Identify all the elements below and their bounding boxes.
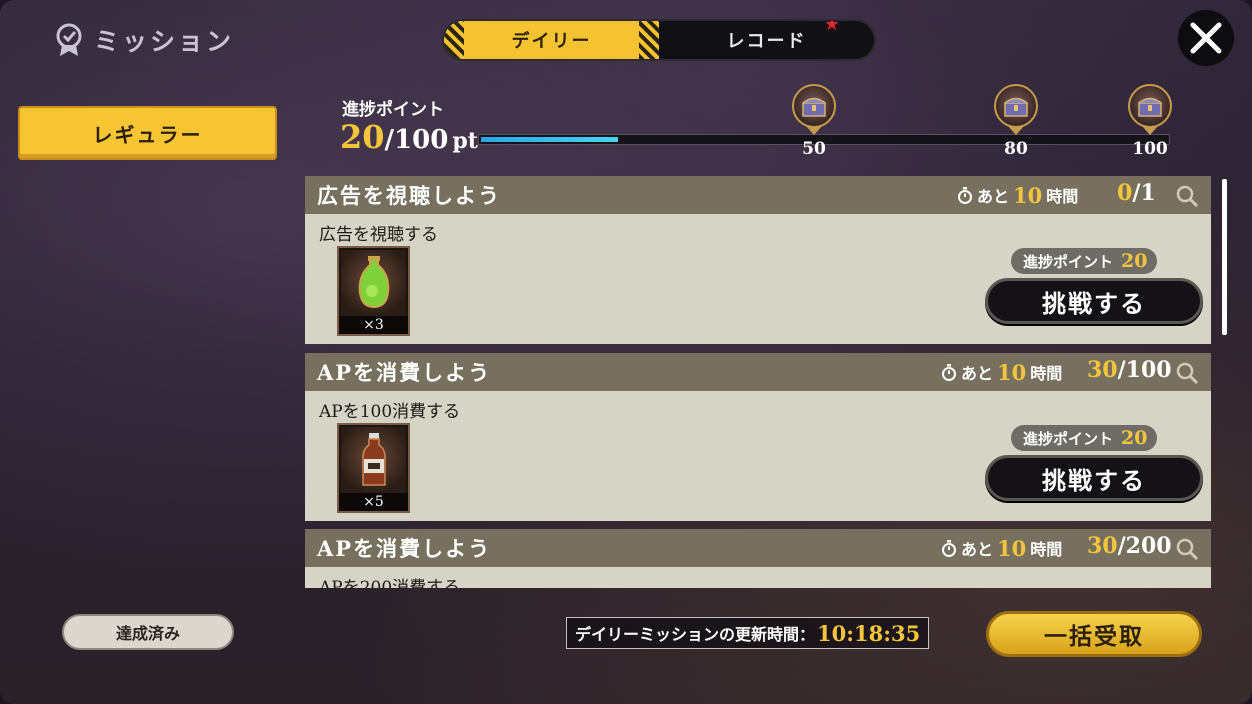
- reward-quantity: ×5: [339, 493, 408, 511]
- mission-header: APを消費しよう あと 10 時間 30/200: [305, 529, 1211, 567]
- reward-item[interactable]: ×3: [337, 246, 410, 336]
- list-scrollbar[interactable]: [1222, 179, 1227, 335]
- mission-description: 広告を視聴する: [319, 225, 438, 245]
- progress-max: /100: [384, 125, 449, 155]
- tab-daily[interactable]: デイリー: [444, 21, 659, 59]
- timer-unit: 時間: [1046, 187, 1079, 206]
- timer-number: 10: [1013, 182, 1043, 208]
- progress-current: 20: [340, 118, 385, 156]
- mission-header: APを消費しよう あと 10 時間 30/100: [305, 353, 1211, 391]
- milestone-label: 100: [1132, 139, 1168, 159]
- close-icon: [1190, 22, 1222, 54]
- reward-quantity: ×3: [339, 316, 408, 334]
- title-text: ミッション: [94, 27, 235, 56]
- count-total: /200: [1117, 533, 1172, 559]
- milestone-label: 50: [802, 139, 826, 159]
- mission-card: APを消費しよう あと 10 時間 30/100 APを100消費する ×5 進…: [305, 353, 1211, 521]
- mission-count: 30/200: [1087, 533, 1172, 559]
- notification-star-icon: ★: [823, 19, 842, 35]
- progress-label: 進捗ポイント: [342, 100, 444, 120]
- completed-button[interactable]: 達成済み: [62, 614, 234, 650]
- mission-description: APを100消費する: [319, 402, 461, 422]
- tab-bar: デイリー レコード ★: [442, 19, 876, 61]
- progress-value: 20 /100 pt: [340, 118, 478, 156]
- sidebar-item-regular[interactable]: レギュラー: [18, 106, 277, 160]
- mission-count: 0/1: [1117, 180, 1156, 206]
- close-button[interactable]: [1178, 10, 1234, 66]
- search-icon[interactable]: [1175, 184, 1199, 208]
- milestone-100[interactable]: 100: [1120, 84, 1180, 159]
- energy-bottle-icon: [341, 427, 406, 493]
- treasure-chest-icon: [994, 84, 1038, 128]
- timer-number: 10: [997, 359, 1027, 385]
- timer-prefix: あと: [961, 364, 994, 383]
- timer-prefix: あと: [961, 540, 994, 559]
- mission-title: APを消費しよう: [317, 536, 492, 561]
- count-total: /100: [1117, 357, 1172, 383]
- stopwatch-icon: [942, 539, 956, 557]
- mission-body: 広告を視聴する ×3 進捗ポイント 20 挑戦する: [305, 214, 1211, 344]
- milestone-80[interactable]: 80: [986, 84, 1046, 159]
- progress-points-badge: 進捗ポイント 20: [1011, 248, 1158, 274]
- treasure-chest-icon: [1128, 84, 1172, 128]
- milestone-50[interactable]: 50: [784, 84, 844, 159]
- refresh-timer: デイリーミッションの更新時間： 10:18:35: [566, 617, 930, 649]
- mission-count: 30/100: [1087, 357, 1172, 383]
- sidebar-item-label: レギュラー: [92, 122, 203, 147]
- milestone-label: 80: [1004, 139, 1028, 159]
- mission-list[interactable]: 広告を視聴しよう あと 10 時間 0/1 広告を視聴する ×3 進捗ポイント: [305, 176, 1211, 588]
- refresh-label: デイリーミッションの更新時間：: [575, 625, 816, 644]
- mission-title: 広告を視聴しよう: [317, 183, 501, 208]
- timer-prefix: あと: [977, 187, 1010, 206]
- challenge-button[interactable]: 挑戦する: [985, 278, 1203, 324]
- count-done: 30: [1087, 357, 1118, 383]
- mission-title: APを消費しよう: [317, 360, 492, 385]
- claim-all-button[interactable]: 一括受取: [986, 611, 1202, 657]
- search-icon[interactable]: [1175, 537, 1199, 561]
- tab-record[interactable]: レコード ★: [659, 21, 874, 59]
- stopwatch-icon: [958, 186, 972, 204]
- stopwatch-icon: [942, 363, 956, 381]
- tab-daily-label: デイリー: [511, 31, 592, 52]
- reward-item[interactable]: ×5: [337, 423, 410, 513]
- search-icon[interactable]: [1175, 361, 1199, 385]
- points-label: 進捗ポイント: [1023, 252, 1114, 271]
- progress-unit: pt: [452, 128, 478, 154]
- progress-points-badge: 進捗ポイント 20: [1011, 425, 1158, 451]
- refresh-time: 10:18:35: [817, 620, 921, 646]
- progress-bar-fill: [481, 137, 618, 142]
- count-done: 0: [1117, 180, 1133, 206]
- points-value: 20: [1121, 250, 1148, 272]
- timer-unit: 時間: [1030, 364, 1063, 383]
- treasure-chest-icon: [792, 84, 836, 128]
- mission-timer: あと 10 時間: [957, 183, 1078, 208]
- green-potion-icon: [341, 250, 406, 316]
- mission-body: APを200消費する: [305, 567, 1211, 588]
- mission-timer: あと 10 時間: [941, 536, 1062, 561]
- count-total: /1: [1132, 180, 1156, 206]
- mission-card: 広告を視聴しよう あと 10 時間 0/1 広告を視聴する ×3 進捗ポイント: [305, 176, 1211, 344]
- mission-body: APを100消費する ×5 進捗ポイント 20 挑戦する: [305, 391, 1211, 521]
- mission-header: 広告を視聴しよう あと 10 時間 0/1: [305, 176, 1211, 214]
- points-label: 進捗ポイント: [1023, 429, 1114, 448]
- mission-timer: あと 10 時間: [941, 360, 1062, 385]
- count-done: 30: [1087, 533, 1118, 559]
- medal-icon: [56, 23, 82, 56]
- page-title: ミッション: [54, 22, 234, 58]
- mission-description: APを200消費する: [319, 578, 461, 588]
- tab-record-label: レコード: [726, 31, 807, 52]
- points-value: 20: [1121, 427, 1148, 449]
- timer-unit: 時間: [1030, 540, 1063, 559]
- challenge-button[interactable]: 挑戦する: [985, 455, 1203, 501]
- timer-number: 10: [997, 535, 1027, 561]
- mission-card: APを消費しよう あと 10 時間 30/200 APを200消費する: [305, 529, 1211, 588]
